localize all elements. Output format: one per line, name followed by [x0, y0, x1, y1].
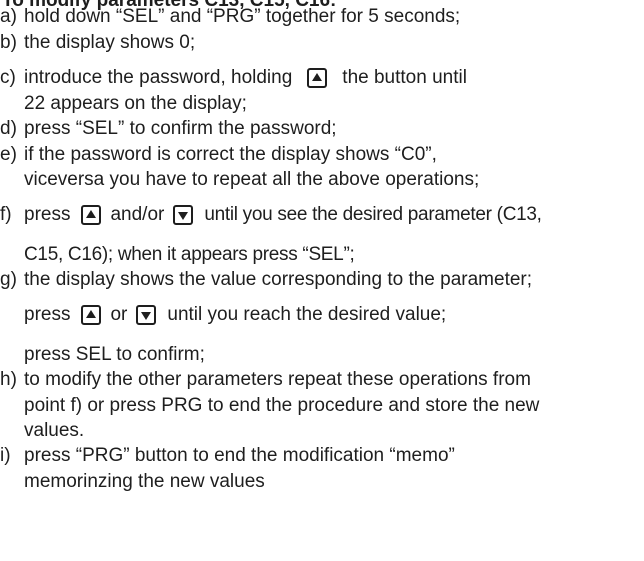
step-marker: b) — [0, 32, 17, 53]
step-text: until you see the desired parameter (C13… — [204, 204, 542, 225]
step-text: or — [110, 304, 128, 325]
step-text: the display shows 0; — [24, 32, 196, 53]
step-text: if the password is correct the display s… — [24, 144, 437, 165]
step-marker: a) — [0, 6, 17, 27]
step-h-continued-1: point f) or press PRG to end the procedu… — [0, 394, 539, 418]
step-text: hold down “SEL” and “PRG” together for 5… — [24, 6, 461, 27]
step-text: and/or — [110, 204, 165, 225]
up-arrow-button-icon — [81, 205, 102, 225]
step-f-continued: C15, C16); when it appears press “SEL”; — [0, 243, 355, 267]
step-b: b) the display shows 0; — [0, 31, 195, 55]
step-e-continued: viceversa you have to repeat all the abo… — [0, 168, 479, 192]
step-f: f) press and/or until you see the desire… — [0, 203, 542, 227]
step-a: a) hold down “SEL” and “PRG” together fo… — [0, 5, 460, 29]
step-c-continued: 22 appears on the display; — [0, 92, 247, 116]
step-text: to modify the other parameters repeat th… — [24, 369, 531, 390]
step-d: d) press “SEL” to confirm the password; — [0, 117, 337, 141]
step-i: i) press “PRG” button to end the modific… — [0, 444, 455, 468]
step-g: g) the display shows the value correspon… — [0, 268, 532, 292]
step-text: memorinzing the new values — [24, 471, 265, 492]
step-text: values. — [24, 420, 85, 441]
step-h-continued-2: values. — [0, 419, 84, 443]
step-text: until you reach the desired value; — [167, 304, 447, 325]
step-marker: e) — [0, 144, 17, 165]
step-text: press — [24, 204, 71, 225]
step-e: e) if the password is correct the displa… — [0, 143, 437, 167]
step-text: the display shows the value correspondin… — [24, 269, 533, 290]
step-marker: d) — [0, 118, 17, 139]
step-text: 22 appears on the display; — [24, 93, 247, 114]
step-text: press SEL to confirm; — [24, 344, 205, 365]
up-arrow-button-icon — [81, 305, 102, 325]
step-c: c) introduce the password, holding the b… — [0, 66, 467, 90]
step-text: introduce the password, holding — [24, 67, 293, 88]
step-text: viceversa you have to repeat all the abo… — [24, 169, 480, 190]
step-text: the button until — [342, 67, 467, 88]
step-marker: c) — [0, 67, 16, 88]
step-g-continued-1: press or until you reach the desired val… — [0, 303, 446, 327]
down-arrow-button-icon — [173, 205, 194, 225]
step-marker: i) — [0, 445, 11, 466]
step-text: press “PRG” button to end the modificati… — [24, 445, 455, 466]
step-marker: f) — [0, 204, 12, 225]
step-marker: g) — [0, 269, 17, 290]
up-arrow-button-icon — [307, 68, 328, 88]
step-text: press “SEL” to confirm the password; — [24, 118, 337, 139]
step-text: press — [24, 304, 71, 325]
step-text: point f) or press PRG to end the procedu… — [24, 395, 540, 416]
step-h: h) to modify the other parameters repeat… — [0, 368, 531, 392]
down-arrow-button-icon — [136, 305, 157, 325]
step-i-continued: memorinzing the new values — [0, 470, 265, 494]
step-marker: h) — [0, 369, 17, 390]
step-g-continued-2: press SEL to confirm; — [0, 343, 205, 367]
step-text: C15, C16); when it appears press “SEL”; — [24, 244, 355, 265]
